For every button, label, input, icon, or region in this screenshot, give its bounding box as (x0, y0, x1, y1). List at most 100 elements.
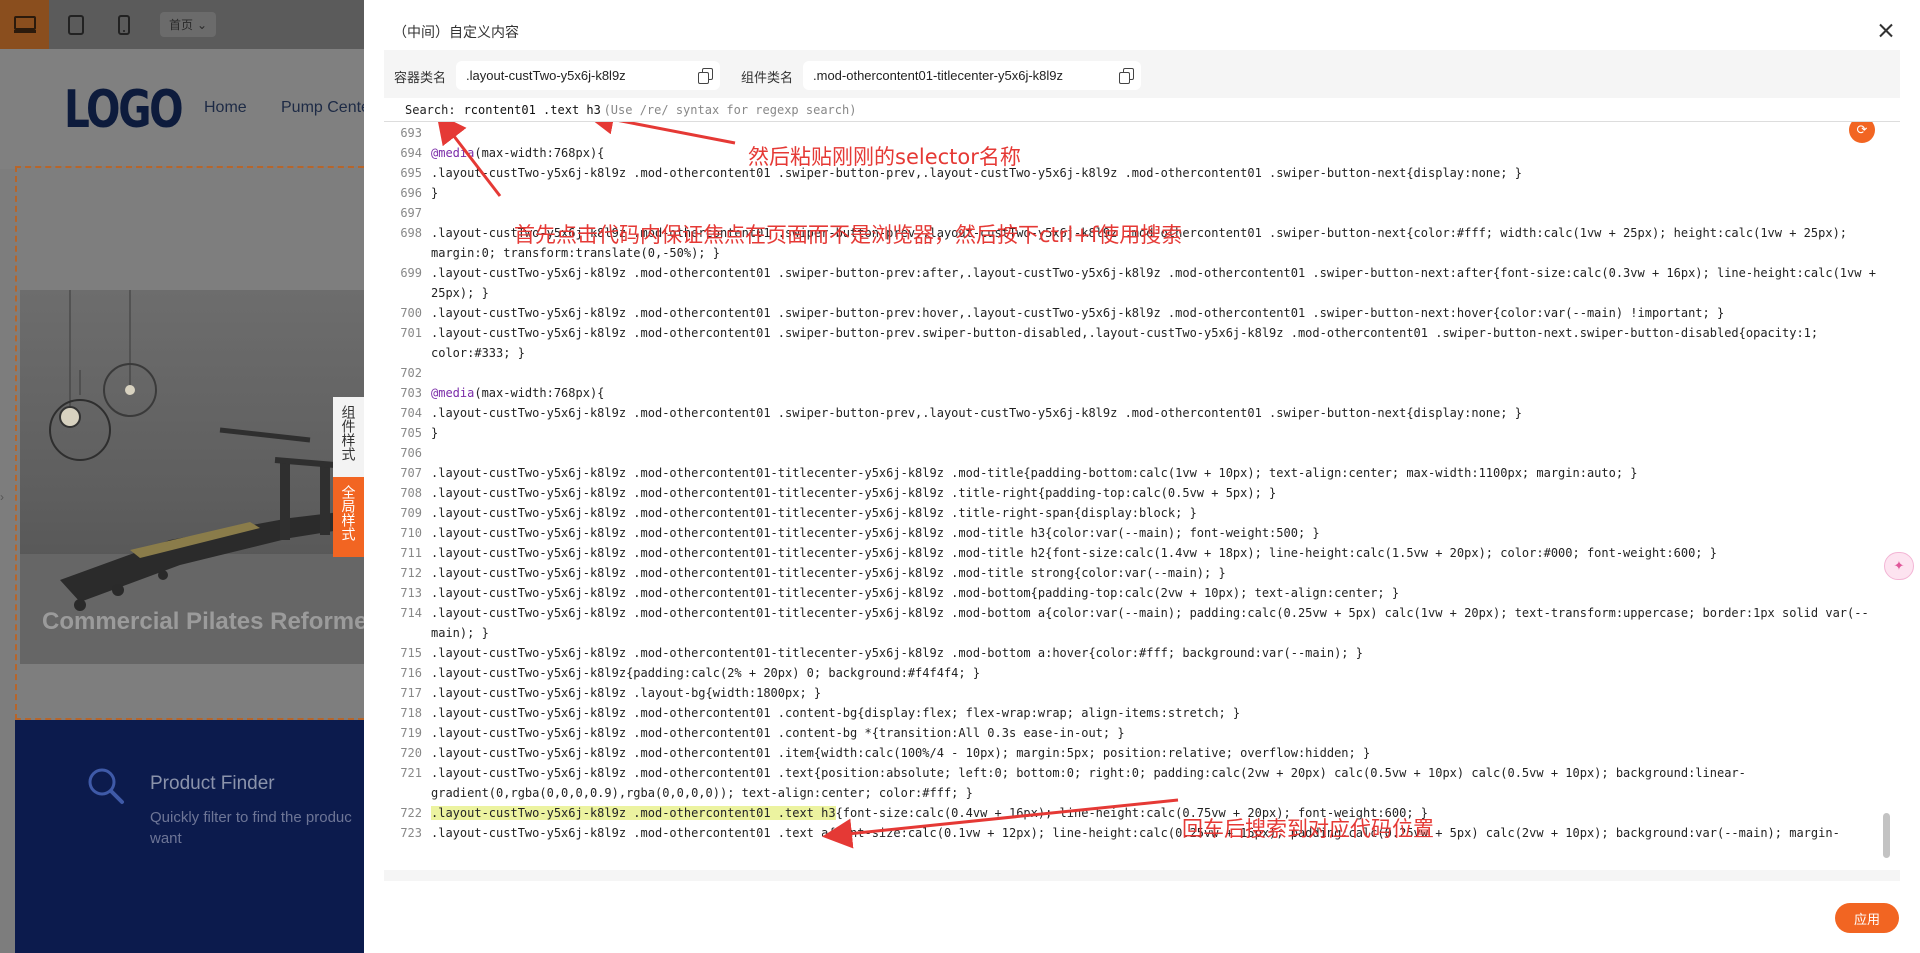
line-text: .layout-custTwo-y5x6j-k8l9z .mod-otherco… (431, 646, 1363, 660)
code-line[interactable]: 709 .layout-custTwo-y5x6j-k8l9z .mod-othe… (384, 503, 1900, 523)
code-line[interactable]: 722 .layout-custTwo-y5x6j-k8l9z .mod-othe… (384, 803, 1900, 823)
code-line[interactable]: 712 .layout-custTwo-y5x6j-k8l9z .mod-othe… (384, 563, 1900, 583)
close-icon[interactable] (1875, 20, 1897, 42)
search-match-highlight: .layout-custTwo-y5x6j-k8l9z .mod-otherco… (431, 806, 836, 820)
code-line[interactable]: 694 @media(max-width:768px){ (384, 143, 1900, 163)
apply-button[interactable]: 应用 (1835, 903, 1899, 933)
line-number: 699 (400, 266, 422, 280)
line-number: 698 (400, 226, 422, 240)
code-line[interactable]: 706 (384, 443, 1900, 463)
nav-pump-center[interactable]: Pump Cente (281, 99, 370, 117)
code-line[interactable]: 695 .layout-custTwo-y5x6j-k8l9z .mod-othe… (384, 163, 1900, 183)
code-line[interactable]: 702 (384, 363, 1900, 383)
line-text: .layout-custTwo-y5x6j-k8l9z .mod-otherco… (431, 766, 1746, 780)
code-editor[interactable]: Search: rcontent01 .text h3 (Use /re/ sy… (384, 98, 1900, 870)
editor-search-bar: Search: rcontent01 .text h3 (Use /re/ sy… (384, 98, 1900, 122)
line-text: .layout-custTwo-y5x6j-k8l9z .mod-otherco… (431, 546, 1717, 560)
product-finder-desc-line2: want (150, 830, 182, 847)
code-line[interactable]: 710 .layout-custTwo-y5x6j-k8l9z .mod-othe… (384, 523, 1900, 543)
line-text: .layout-custTwo-y5x6j-k8l9z .mod-otherco… (431, 826, 1840, 840)
container-class-input[interactable]: .layout-custTwo-y5x6j-k8l9z (456, 61, 720, 90)
code-line[interactable]: 703 @media(max-width:768px){ (384, 383, 1900, 403)
code-line[interactable]: 719 .layout-custTwo-y5x6j-k8l9z .mod-othe… (384, 723, 1900, 743)
line-number: 694 (400, 146, 422, 160)
product-finder-desc: Quickly filter to find the produc want (150, 807, 364, 849)
code-line[interactable]: 700 .layout-custTwo-y5x6j-k8l9z .mod-othe… (384, 303, 1900, 323)
component-class-input[interactable]: .mod-othercontent01-titlecenter-y5x6j-k8… (803, 61, 1141, 90)
code-line[interactable]: 723 .layout-custTwo-y5x6j-k8l9z .mod-othe… (384, 823, 1900, 843)
line-text: @media(max-width:768px){ (431, 386, 605, 400)
line-number: 695 (400, 166, 422, 180)
code-line[interactable]: 704 .layout-custTwo-y5x6j-k8l9z .mod-othe… (384, 403, 1900, 423)
desktop-icon (13, 15, 36, 33)
keyword: @media (431, 386, 475, 400)
code-line[interactable]: 721 .layout-custTwo-y5x6j-k8l9z .mod-othe… (384, 763, 1900, 783)
line-number: 713 (400, 586, 422, 600)
line-text: color:#333; } (431, 346, 525, 360)
tab-global-style-label: 全局样式 (340, 485, 357, 541)
tab-global-style[interactable]: 全局样式 (333, 477, 364, 557)
search-input[interactable]: rcontent01 .text h3 (464, 103, 604, 117)
line-text: main); } (431, 626, 489, 640)
tablet-icon (68, 14, 84, 35)
code-line[interactable]: 713 .layout-custTwo-y5x6j-k8l9z .mod-othe… (384, 583, 1900, 603)
line-number: 720 (400, 746, 422, 760)
line-number: 709 (400, 506, 422, 520)
line-text: .layout-custTwo-y5x6j-k8l9z .mod-otherco… (431, 486, 1277, 500)
code-line[interactable]: 718 .layout-custTwo-y5x6j-k8l9z .mod-othe… (384, 703, 1900, 723)
code-line[interactable]: 715 .layout-custTwo-y5x6j-k8l9z .mod-othe… (384, 643, 1900, 663)
phone-view-button[interactable] (114, 0, 134, 49)
line-number: 717 (400, 686, 422, 700)
editor-scrollbar[interactable] (1883, 813, 1890, 858)
code-line[interactable]: 696} (384, 183, 1900, 203)
line-number: 697 (400, 206, 422, 220)
collapse-handle[interactable]: › (0, 490, 8, 514)
line-number: 707 (400, 466, 422, 480)
style-side-tabs: 组件样式 全局样式 (333, 397, 364, 557)
code-line[interactable]: 714 .layout-custTwo-y5x6j-k8l9z .mod-othe… (384, 603, 1900, 623)
line-text: .layout-custTwo-y5x6j-k8l9z .mod-otherco… (431, 606, 1869, 620)
line-text: .layout-custTwo-y5x6j-k8l9z .mod-otherco… (431, 306, 1725, 320)
desktop-view-button[interactable] (0, 0, 49, 49)
line-number: 722 (400, 806, 422, 820)
line-text: .layout-custTwo-y5x6j-k8l9z .mod-otherco… (431, 326, 1819, 340)
code-line[interactable]: 707 .layout-custTwo-y5x6j-k8l9z .mod-othe… (384, 463, 1900, 483)
line-number: 702 (400, 366, 422, 380)
copy-icon[interactable] (698, 68, 713, 84)
code-line[interactable]: 711 .layout-custTwo-y5x6j-k8l9z .mod-othe… (384, 543, 1900, 563)
code-line[interactable]: 699 .layout-custTwo-y5x6j-k8l9z .mod-othe… (384, 263, 1900, 283)
component-class-value: .mod-othercontent01-titlecenter-y5x6j-k8… (813, 68, 1064, 83)
code-line[interactable]: gradient(0,rgba(0,0,0,0.9),rgba(0,0,0,0)… (384, 783, 1900, 803)
tablet-view-button[interactable] (64, 0, 88, 49)
code-line[interactable]: 708 .layout-custTwo-y5x6j-k8l9z .mod-othe… (384, 483, 1900, 503)
search-label: Search: (405, 102, 456, 117)
annotation-enter: 回车后搜索到对应代码位置 (1182, 817, 1434, 841)
assistant-float-button[interactable]: ✦ (1884, 552, 1914, 580)
line-number: 712 (400, 566, 422, 580)
code-line[interactable]: 717 .layout-custTwo-y5x6j-k8l9z .layout-b… (384, 683, 1900, 703)
code-line[interactable]: color:#333; } (384, 343, 1900, 363)
tab-component-style-label: 组件样式 (340, 405, 357, 461)
tab-component-style[interactable]: 组件样式 (333, 397, 364, 477)
code-line[interactable]: 25px); } (384, 283, 1900, 303)
code-line[interactable]: main); } (384, 623, 1900, 643)
code-line[interactable]: 705} (384, 423, 1900, 443)
line-number: 723 (400, 826, 422, 840)
code-line[interactable]: 701 .layout-custTwo-y5x6j-k8l9z .mod-othe… (384, 323, 1900, 343)
code-line[interactable]: 720 .layout-custTwo-y5x6j-k8l9z .mod-othe… (384, 743, 1900, 763)
line-text: .layout-custTwo-y5x6j-k8l9z .mod-otherco… (431, 506, 1197, 520)
line-text: .layout-custTwo-y5x6j-k8l9z .mod-otherco… (431, 746, 1371, 760)
code-line[interactable]: 693 (384, 123, 1900, 143)
page-select[interactable]: 首页 ⌄ (160, 12, 216, 37)
line-number: 708 (400, 486, 422, 500)
product-finder-desc-line1: Quickly filter to find the produc (150, 809, 352, 826)
code-line[interactable]: 716 .layout-custTwo-y5x6j-k8l9z{padding:c… (384, 663, 1900, 683)
line-number: 704 (400, 406, 422, 420)
line-text: .layout-custTwo-y5x6j-k8l9z .mod-otherco… (431, 406, 1522, 420)
annotation-click-first: 首先点击代码内保证焦点在页面而不是浏览器，然后按下ctrl+f使用搜索 (514, 223, 1183, 247)
site-logo: LOGO (64, 80, 184, 140)
copy-icon[interactable] (1119, 68, 1134, 84)
line-text: .layout-custTwo-y5x6j-k8l9z .mod-otherco… (431, 466, 1638, 480)
nav-home[interactable]: Home (204, 99, 247, 117)
line-number: 706 (400, 446, 422, 460)
